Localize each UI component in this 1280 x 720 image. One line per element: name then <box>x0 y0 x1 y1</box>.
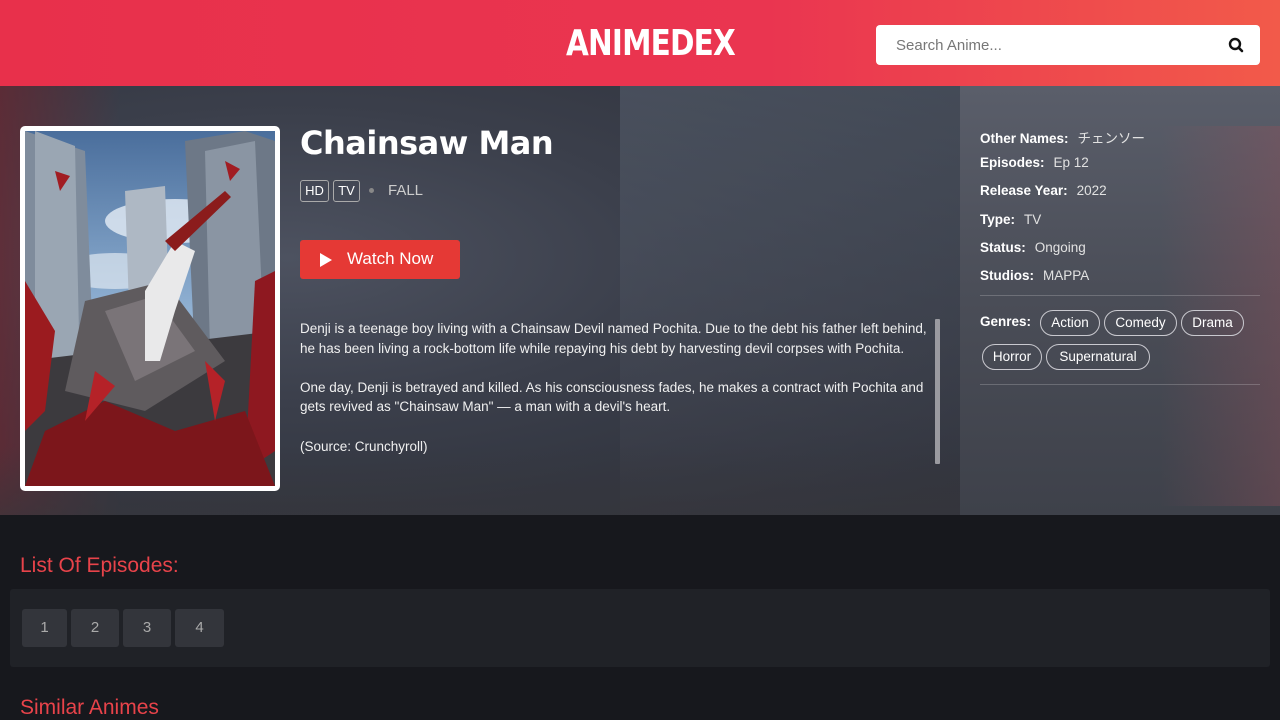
search-bar <box>876 25 1260 65</box>
info-episodes: Episodes: Ep 12 <box>980 155 1089 170</box>
season-label: FALL <box>388 182 424 199</box>
episode-button[interactable]: 1 <box>22 609 67 647</box>
genre-action[interactable]: Action <box>1040 310 1100 336</box>
synopsis-scrollbar[interactable] <box>935 319 940 464</box>
info-type: Type: TV <box>980 212 1042 227</box>
site-logo[interactable]: ANIMEDEX <box>566 24 736 64</box>
watch-now-label: Watch Now <box>347 249 434 268</box>
synopsis-source: (Source: Crunchyroll) <box>300 438 428 454</box>
synopsis-paragraph: Denji is a teenage boy living with a Cha… <box>300 321 927 356</box>
hd-badge: HD <box>300 180 329 202</box>
info-studios: Studios: MAPPA <box>980 268 1090 283</box>
play-icon <box>320 253 332 267</box>
poster-image <box>25 131 275 486</box>
similar-section-title: Similar Animes <box>20 696 159 719</box>
site-header: ANIMEDEX <box>0 0 1280 86</box>
synopsis-paragraph: One day, Denji is betrayed and killed. A… <box>300 379 924 415</box>
divider <box>980 384 1260 385</box>
anime-title: Chainsaw Man <box>300 124 554 162</box>
genre-drama[interactable]: Drama <box>1181 310 1244 336</box>
synopsis: Denji is a teenage boy living with a Cha… <box>300 319 940 469</box>
episode-button[interactable]: 4 <box>175 609 224 647</box>
info-release-year: Release Year: 2022 <box>980 183 1107 198</box>
watch-now-button[interactable]: Watch Now <box>300 240 460 279</box>
genre-comedy[interactable]: Comedy <box>1104 310 1177 336</box>
search-input[interactable] <box>876 25 1216 65</box>
episode-button[interactable]: 2 <box>71 609 119 647</box>
info-status: Status: Ongoing <box>980 240 1086 255</box>
search-icon[interactable] <box>1226 35 1246 55</box>
genre-horror[interactable]: Horror <box>982 344 1042 370</box>
genre-supernatural[interactable]: Supernatural <box>1046 344 1150 370</box>
episode-button[interactable]: 3 <box>123 609 171 647</box>
episodes-section-title: List Of Episodes: <box>20 554 179 577</box>
genres-label: Genres: <box>980 314 1032 329</box>
divider <box>980 295 1260 296</box>
info-other-names: Other Names: チェンソー <box>980 131 1146 146</box>
tv-badge: TV <box>333 180 360 202</box>
anime-poster <box>20 126 280 491</box>
separator-dot <box>369 188 374 193</box>
info-panel-background <box>960 86 1280 515</box>
